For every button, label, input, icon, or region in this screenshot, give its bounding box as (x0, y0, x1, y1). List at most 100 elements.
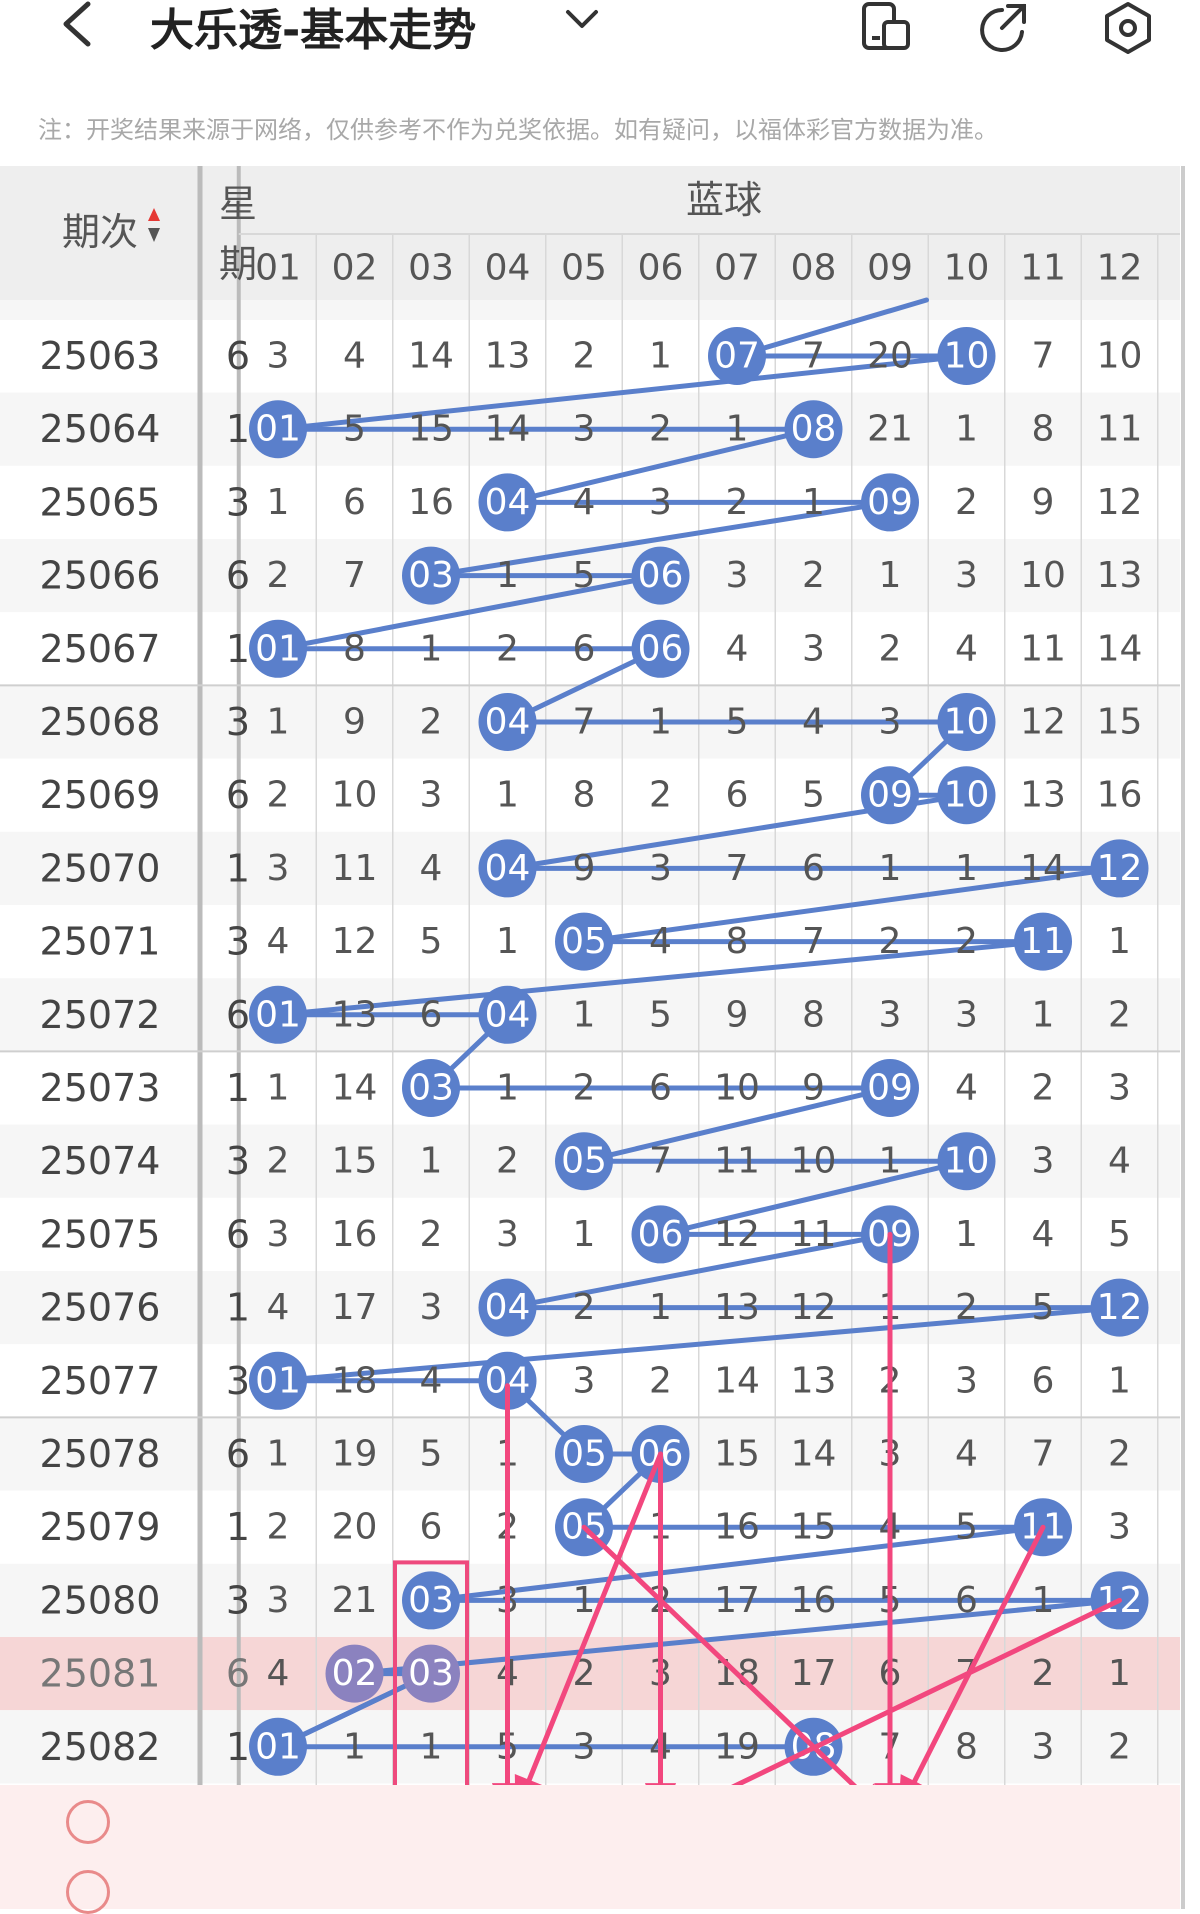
miss-count: 2 (649, 775, 672, 816)
table-row-partial (0, 300, 1180, 320)
miss-count: 4 (955, 628, 978, 669)
miss-count: 3 (420, 775, 443, 816)
miss-count: 1 (726, 409, 749, 450)
period-25078: 25078 (40, 1432, 161, 1476)
miss-count: 2 (879, 921, 902, 962)
miss-count: 10 (791, 1141, 837, 1182)
header-number-12: 12 (1097, 248, 1143, 289)
top-bar: 大乐透-基本走势 (0, 0, 1200, 80)
ball-number: 02 (332, 1653, 378, 1694)
miss-count: 4 (1032, 1214, 1055, 1255)
weekday-cell: 1 (226, 407, 250, 451)
miss-count: 1 (267, 1434, 290, 1475)
miss-count: 2 (955, 482, 978, 523)
chevron-down-icon[interactable] (562, 0, 602, 50)
ball-number: 05 (561, 1141, 607, 1182)
ball-number: 04 (485, 1287, 531, 1328)
miss-count: 4 (649, 921, 672, 962)
miss-count: 1 (1108, 1653, 1131, 1694)
miss-count: 9 (726, 994, 749, 1035)
ball-number: 12 (1097, 1287, 1143, 1328)
miss-count: 5 (649, 994, 672, 1035)
miss-count: 3 (955, 994, 978, 1035)
ball-number: 06 (638, 628, 684, 669)
miss-count: 1 (267, 482, 290, 523)
header-number-10: 10 (944, 248, 990, 289)
miss-count: 20 (332, 1507, 378, 1548)
miss-count: 19 (714, 1726, 760, 1767)
miss-count: 14 (791, 1434, 837, 1475)
miss-count: 6 (420, 994, 443, 1035)
period-25081: 25081 (40, 1652, 161, 1696)
share-icon[interactable] (978, 0, 1034, 56)
trend-chart-grid: 期次星期蓝球01 02 03 04 05 06 07 08 09 10 11 1225063 6 3 4 14… (0, 166, 1185, 1909)
weekday-cell: 3 (226, 700, 250, 744)
miss-count: 1 (879, 848, 902, 889)
period-25082: 25082 (40, 1725, 161, 1769)
miss-count: 11 (1020, 628, 1066, 669)
miss-count: 9 (343, 702, 366, 743)
miss-count: 4 (802, 702, 825, 743)
page-title: 大乐透-基本走势 (150, 5, 477, 56)
miss-count: 1 (879, 555, 902, 596)
miss-count: 11 (714, 1141, 760, 1182)
miss-count: 1 (267, 702, 290, 743)
weekday-cell: 6 (226, 554, 250, 598)
disclaimer-notice: 注：开奖结果来源于网络，仅供参考不作为兑奖依据。如有疑问，以福体彩官方数据为准。 (38, 116, 998, 144)
miss-count: 16 (791, 1580, 837, 1621)
miss-count: 4 (955, 1434, 978, 1475)
ball-number: 04 (485, 994, 531, 1035)
miss-count: 5 (343, 409, 366, 450)
miss-count: 15 (714, 1434, 760, 1475)
weekday-cell: 1 (226, 1725, 250, 1769)
miss-count: 4 (343, 336, 366, 377)
miss-count: 2 (573, 1068, 596, 1109)
weekday-cell: 6 (226, 993, 250, 1037)
miss-count: 9 (802, 1068, 825, 1109)
miss-count: 3 (267, 1214, 290, 1255)
phone-device-icon[interactable] (858, 0, 914, 56)
miss-count: 2 (726, 482, 749, 523)
header-number-03: 03 (408, 248, 454, 289)
miss-count: 3 (420, 1287, 443, 1328)
miss-count: 16 (714, 1507, 760, 1548)
ball-number: 04 (485, 848, 531, 889)
chevron-left-icon[interactable] (52, 0, 112, 60)
header-number-06: 06 (638, 248, 684, 289)
miss-count: 1 (573, 994, 596, 1035)
miss-count: 1 (1032, 1580, 1055, 1621)
miss-count: 2 (573, 1287, 596, 1328)
miss-count: 11 (791, 1214, 837, 1255)
miss-count: 16 (408, 482, 454, 523)
miss-count: 13 (485, 336, 531, 377)
ball-number: 01 (255, 409, 301, 450)
miss-count: 6 (726, 775, 749, 816)
select-radio-1[interactable] (66, 1800, 110, 1844)
settings-icon[interactable] (1100, 0, 1156, 56)
miss-count: 3 (955, 1360, 978, 1401)
miss-count: 8 (726, 921, 749, 962)
bottom-select-bar (0, 1785, 1180, 1909)
select-radio-2[interactable] (66, 1870, 110, 1914)
miss-count: 2 (267, 555, 290, 596)
miss-count: 15 (791, 1507, 837, 1548)
header-number-02: 02 (332, 248, 378, 289)
miss-count: 10 (1020, 555, 1066, 596)
miss-count: 12 (714, 1214, 760, 1255)
miss-count: 3 (879, 702, 902, 743)
ball-number: 03 (408, 1653, 454, 1694)
miss-count: 3 (649, 482, 672, 523)
miss-count: 1 (420, 1726, 443, 1767)
miss-count: 4 (420, 1360, 443, 1401)
miss-count: 8 (343, 628, 366, 669)
header-number-11: 11 (1020, 248, 1066, 289)
miss-count: 1 (649, 702, 672, 743)
miss-count: 7 (1032, 336, 1055, 377)
ball-number: 05 (561, 921, 607, 962)
ball-number: 01 (255, 1726, 301, 1767)
weekday-cell: 1 (226, 1286, 250, 1330)
miss-count: 2 (496, 1141, 519, 1182)
miss-count: 1 (343, 1726, 366, 1767)
ball-number: 09 (867, 775, 913, 816)
ball-number: 11 (1020, 921, 1066, 962)
